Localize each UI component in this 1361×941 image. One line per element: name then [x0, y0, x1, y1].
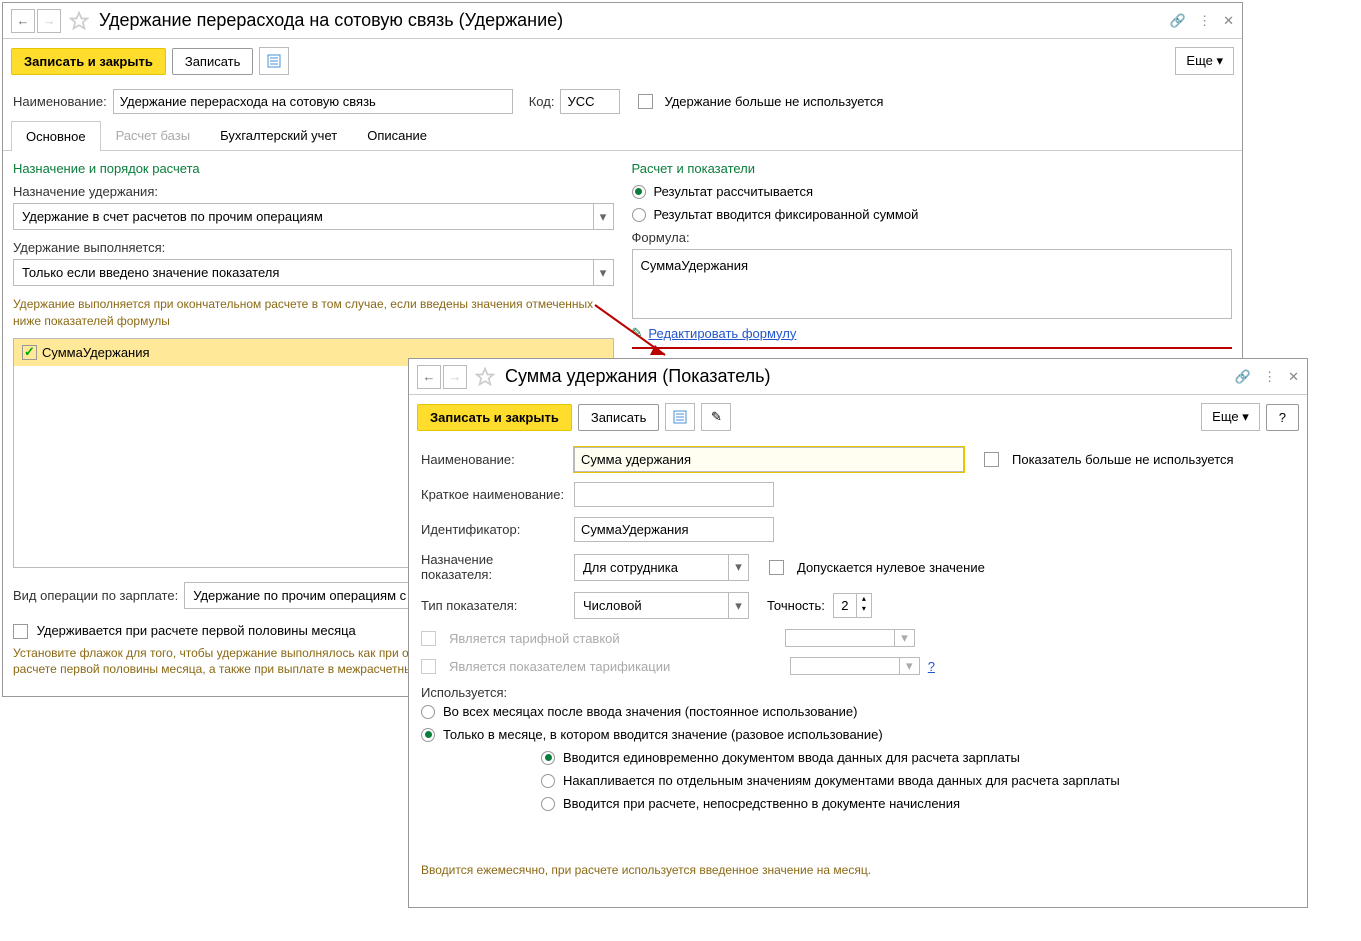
tabs: Основное Расчет базы Бухгалтерский учет … — [3, 120, 1242, 151]
titlebar: ← → Удержание перерасхода на сотовую свя… — [3, 3, 1242, 39]
link-icon[interactable]: 🔗 — [1235, 369, 1251, 385]
radio-once-document[interactable]: Вводится единовременно документом ввода … — [541, 750, 1295, 765]
bottom-note: Вводится ежемесячно, при расчете использ… — [421, 863, 871, 877]
chevron-down-icon[interactable]: ▾ — [593, 260, 613, 285]
radio-at-calc[interactable]: Вводится при расчете, непосредственно в … — [541, 796, 1295, 811]
forward-button[interactable]: → — [443, 365, 467, 389]
allow-zero-checkbox[interactable] — [769, 560, 784, 575]
chevron-down-icon[interactable]: ▾ — [728, 555, 748, 580]
allow-zero-label: Допускается нулевое значение — [797, 560, 985, 575]
tariff-rate-checkbox — [421, 631, 436, 646]
form-fields: Наименование: Показатель больше не испол… — [409, 439, 1307, 827]
id-label: Идентификатор: — [421, 522, 566, 537]
id-input[interactable] — [574, 517, 774, 542]
back-button[interactable]: ← — [11, 9, 35, 33]
radio-accumulate[interactable]: Накапливается по отдельным значениям док… — [541, 773, 1295, 788]
save-close-button[interactable]: Записать и закрыть — [11, 48, 166, 75]
right-section-header: Расчет и показатели — [632, 161, 1233, 176]
code-input[interactable] — [560, 89, 620, 114]
more-button[interactable]: Еще ▾ — [1175, 47, 1234, 75]
link-icon[interactable]: 🔗 — [1170, 13, 1186, 29]
code-label: Код: — [529, 94, 555, 109]
name-input[interactable] — [574, 447, 964, 472]
formula-label: Формула: — [632, 230, 1233, 245]
window-title: Сумма удержания (Показатель) — [505, 366, 1235, 387]
help-button[interactable]: ? — [1266, 404, 1299, 431]
menu-icon[interactable]: ⋮ — [1263, 369, 1276, 385]
toolbar: Записать и закрыть Записать Еще ▾ — [3, 39, 1242, 83]
titlebar: ← → Сумма удержания (Показатель) 🔗 ⋮ ✕ — [409, 359, 1307, 395]
short-name-label: Краткое наименование: — [421, 487, 566, 502]
performed-label: Удержание выполняется: — [13, 240, 614, 255]
precision-spinner[interactable]: ▴▾ — [833, 593, 872, 618]
save-close-button[interactable]: Записать и закрыть — [417, 404, 572, 431]
radio-single-month[interactable]: Только в месяце, в котором вводится знач… — [421, 727, 1295, 742]
first-half-checkbox[interactable] — [13, 624, 28, 639]
purpose-label: Назначение удержания: — [13, 184, 614, 199]
not-used-label: Удержание больше не используется — [664, 94, 883, 109]
radio-calculated[interactable]: Результат рассчитывается — [632, 184, 1233, 199]
forward-button[interactable]: → — [37, 9, 61, 33]
not-used-label: Показатель больше не используется — [1012, 452, 1234, 467]
tariff-rate-select: ▾ — [785, 629, 915, 647]
menu-icon[interactable]: ⋮ — [1198, 13, 1211, 29]
toolbar: Записать и закрыть Записать ✎ Еще ▾ ? — [409, 395, 1307, 439]
left-section-header: Назначение и порядок расчета — [13, 161, 614, 176]
chevron-down-icon[interactable]: ▾ — [728, 593, 748, 618]
close-icon[interactable]: ✕ — [1223, 13, 1234, 29]
close-icon[interactable]: ✕ — [1288, 369, 1299, 385]
list-icon-button[interactable] — [665, 403, 695, 431]
pencil-icon: ✎ — [632, 325, 643, 341]
tariff-rate-label: Является тарифной ставкой — [449, 631, 620, 646]
save-button[interactable]: Записать — [578, 404, 660, 431]
name-label: Наименование: — [421, 452, 566, 467]
not-used-checkbox[interactable] — [638, 94, 653, 109]
name-label: Наименование: — [13, 94, 107, 109]
save-button[interactable]: Записать — [172, 48, 254, 75]
tariff-indicator-label: Является показателем тарификации — [449, 659, 670, 674]
indicator-window: ← → Сумма удержания (Показатель) 🔗 ⋮ ✕ З… — [408, 358, 1308, 908]
not-used-checkbox[interactable] — [984, 452, 999, 467]
more-button[interactable]: Еще ▾ — [1201, 403, 1260, 431]
item-checkbox[interactable] — [22, 345, 37, 360]
back-button[interactable]: ← — [417, 365, 441, 389]
radio-fixed[interactable]: Результат вводится фиксированной суммой — [632, 207, 1233, 222]
edit-formula-link[interactable]: Редактировать формулу — [648, 326, 796, 341]
op-label: Вид операции по зарплате: — [13, 588, 178, 603]
first-half-label: Удерживается при расчете первой половины… — [37, 623, 356, 638]
radio-all-months[interactable]: Во всех месяцах после ввода значения (по… — [421, 704, 1295, 719]
name-row: Наименование: Код: Удержание больше не и… — [3, 83, 1242, 120]
tab-main[interactable]: Основное — [11, 121, 101, 151]
purpose-select[interactable]: Удержание в счет расчетов по прочим опер… — [13, 203, 614, 230]
help-link[interactable]: ? — [928, 659, 935, 674]
name-input[interactable] — [113, 89, 513, 114]
type-select[interactable]: Числовой ▾ — [574, 592, 749, 619]
type-label: Тип показателя: — [421, 598, 566, 613]
red-underline — [632, 347, 1233, 349]
precision-label: Точность: — [767, 598, 825, 613]
purpose-select[interactable]: Для сотрудника ▾ — [574, 554, 749, 581]
formula-box: СуммаУдержания — [632, 249, 1233, 319]
star-icon[interactable] — [69, 11, 89, 31]
performed-select[interactable]: Только если введено значение показателя … — [13, 259, 614, 286]
star-icon[interactable] — [475, 367, 495, 387]
purpose-label: Назначение показателя: — [421, 552, 566, 582]
tab-desc[interactable]: Описание — [352, 120, 442, 150]
chevron-down-icon[interactable]: ▾ — [593, 204, 613, 229]
short-name-input[interactable] — [574, 482, 774, 507]
list-icon-button[interactable] — [259, 47, 289, 75]
usage-label: Используется: — [421, 685, 1295, 700]
tariff-indicator-checkbox — [421, 659, 436, 674]
edit-icon-button[interactable]: ✎ — [701, 403, 731, 431]
tab-accounting[interactable]: Бухгалтерский учет — [205, 120, 352, 150]
tab-base[interactable]: Расчет базы — [101, 120, 206, 150]
performed-note: Удержание выполняется при окончательном … — [13, 296, 614, 330]
window-title: Удержание перерасхода на сотовую связь (… — [99, 10, 1170, 31]
tariff-indicator-select: ▾ — [790, 657, 920, 675]
